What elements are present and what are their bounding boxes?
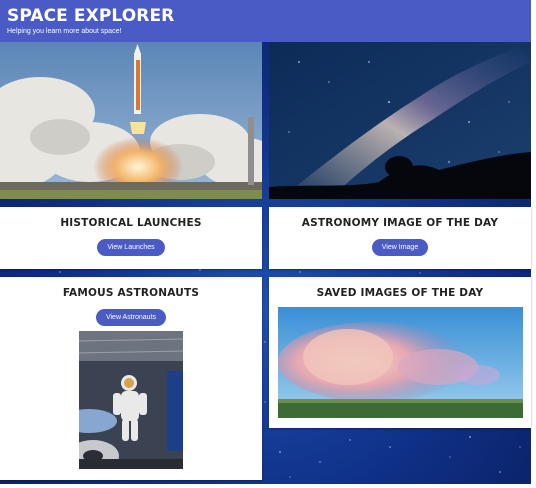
view-astronauts-button[interactable]: View Astronauts xyxy=(95,309,167,326)
astronaut-training-photo xyxy=(79,331,183,469)
card-title: HISTORICAL LAUNCHES xyxy=(60,217,202,229)
app-header: SPACE EXPLORER Helping you learn more ab… xyxy=(0,0,531,42)
card-astronomy-image: ASTRONOMY IMAGE OF THE DAY View Image xyxy=(269,207,531,269)
storm-cloud-photo[interactable] xyxy=(278,307,523,418)
view-launches-button[interactable]: View Launches xyxy=(97,239,165,256)
card-title: FAMOUS ASTRONAUTS xyxy=(62,287,200,299)
card-historical-launches: HISTORICAL LAUNCHES View Launches xyxy=(0,207,262,269)
card-title: SAVED IMAGES OF THE DAY xyxy=(316,287,484,299)
app-subtitle: Helping you learn more about space! xyxy=(7,28,122,35)
card-title: ASTRONOMY IMAGE OF THE DAY xyxy=(301,217,499,229)
milky-way-photo xyxy=(269,42,531,199)
card-saved-images: SAVED IMAGES OF THE DAY xyxy=(269,277,531,428)
view-image-button[interactable]: View Image xyxy=(371,239,429,256)
card-famous-astronauts: FAMOUS ASTRONAUTS View Astronauts xyxy=(0,277,262,480)
shuttle-launch-photo xyxy=(0,42,262,199)
app-title: SPACE EXPLORER xyxy=(7,6,175,26)
